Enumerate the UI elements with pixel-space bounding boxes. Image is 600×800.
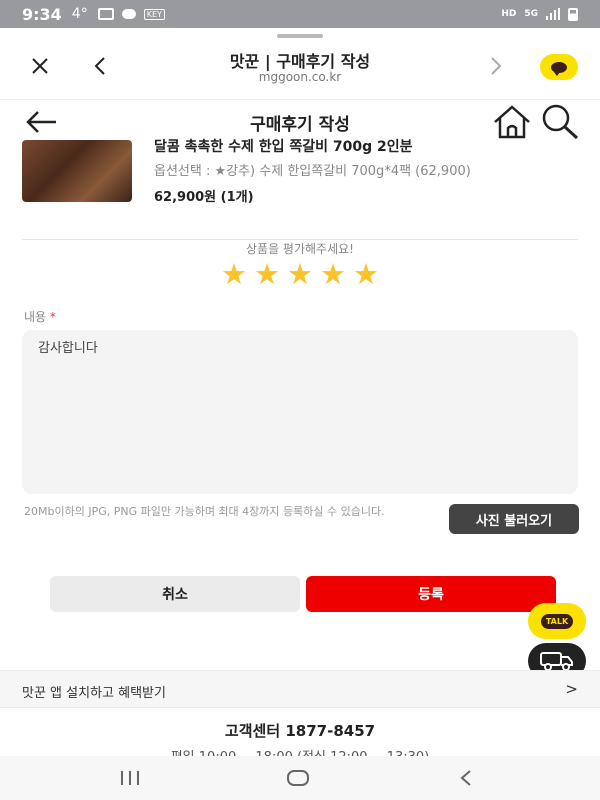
product-summary: 달콤 촉촉한 수제 한입 쪽갈비 700g 2인분 옵션선택 : ★강추) 수제…	[22, 136, 578, 240]
product-option: 옵션선택 : ★강추) 수제 한입쪽갈비 700g*4팩 (62,900)	[154, 164, 471, 179]
upload-note: 20Mb이하의 JPG, PNG 파일만 가능하며 최대 4장까지 등록하실 수…	[24, 505, 385, 518]
kakaotalk-chat-button[interactable]: TALK	[528, 603, 586, 639]
status-indicators: HD 5G	[501, 7, 578, 21]
hd-voice-indicator: HD	[501, 9, 517, 19]
close-icon	[32, 58, 48, 74]
star-icon[interactable]: ★	[353, 260, 379, 289]
status-bar: 9:34 4° KEY HD 5G	[0, 0, 600, 28]
browser-toolbar: 맛꾼 | 구매후기 작성 mggoon.co.kr	[0, 40, 600, 100]
app-install-text: 맛꾼 앱 설치하고 혜택받기	[22, 686, 166, 701]
network-5g-indicator: 5G	[524, 9, 538, 19]
gallery-icon	[97, 8, 114, 20]
cloud-icon	[121, 9, 136, 19]
key-badge: KEY	[143, 8, 165, 20]
star-rating: ★ ★ ★ ★ ★	[0, 260, 600, 289]
load-photo-button[interactable]: 사진 불러오기	[449, 504, 579, 534]
sheet-drag-handle[interactable]	[277, 34, 323, 38]
cancel-button[interactable]: 취소	[50, 576, 300, 612]
battery-icon	[568, 7, 578, 21]
search-icon	[542, 104, 579, 140]
close-button[interactable]	[26, 52, 54, 80]
content-label-text: 내용	[24, 310, 47, 324]
page-title: 구매후기 작성	[250, 115, 350, 135]
back-nav-button[interactable]	[446, 764, 486, 792]
rating-prompt: 상품을 평가해주세요!	[246, 242, 354, 256]
recent-apps-icon	[121, 771, 139, 785]
system-nav-bar	[0, 756, 600, 800]
product-price: 62,900원 (1개)	[154, 190, 254, 205]
delivery-truck-icon	[540, 652, 573, 671]
home-nav-button[interactable]	[278, 764, 318, 792]
review-textarea[interactable]: 감사합니다	[22, 330, 578, 494]
search-button[interactable]	[540, 102, 580, 140]
recent-apps-button[interactable]	[110, 764, 150, 792]
product-thumbnail	[22, 140, 132, 202]
home-nav-icon	[287, 770, 309, 786]
star-icon[interactable]: ★	[287, 260, 313, 289]
status-time: 9:34	[22, 4, 62, 24]
browser-back-button[interactable]	[86, 52, 114, 80]
submit-button[interactable]: 등록	[306, 576, 556, 612]
star-icon[interactable]: ★	[320, 260, 346, 289]
kakaotalk-share-button[interactable]	[540, 54, 578, 80]
browser-sheet: 맛꾼 | 구매후기 작성 mggoon.co.kr 구매후기 작성 달콤 촉촉한…	[0, 28, 600, 764]
star-icon[interactable]: ★	[221, 260, 247, 289]
star-icon[interactable]: ★	[254, 260, 280, 289]
home-button[interactable]	[492, 104, 532, 140]
customer-service-title: 고객센터 1877-8457	[224, 722, 376, 740]
status-temperature: 4°	[71, 6, 88, 22]
home-icon	[494, 105, 530, 139]
browser-page-title: 맛꾼 | 구매후기 작성	[229, 52, 371, 71]
signal-icon	[546, 8, 560, 20]
back-nav-icon	[460, 770, 471, 786]
required-mark: *	[49, 310, 56, 324]
chevron-right-icon: >	[565, 680, 578, 698]
browser-forward-button[interactable]	[482, 52, 510, 80]
back-button[interactable]	[24, 108, 58, 136]
content-label: 내용 *	[24, 308, 56, 325]
arrow-left-icon	[26, 111, 56, 133]
kakaotalk-icon	[551, 61, 567, 76]
product-name: 달콤 촉촉한 수제 한입 쪽갈비 700g 2인분	[154, 139, 413, 155]
app-install-banner[interactable]: 맛꾼 앱 설치하고 혜택받기 >	[0, 670, 600, 708]
talk-icon: TALK	[540, 613, 574, 629]
chevron-right-icon	[491, 57, 502, 75]
browser-url: mggoon.co.kr	[258, 70, 342, 84]
chevron-left-icon	[94, 57, 105, 75]
